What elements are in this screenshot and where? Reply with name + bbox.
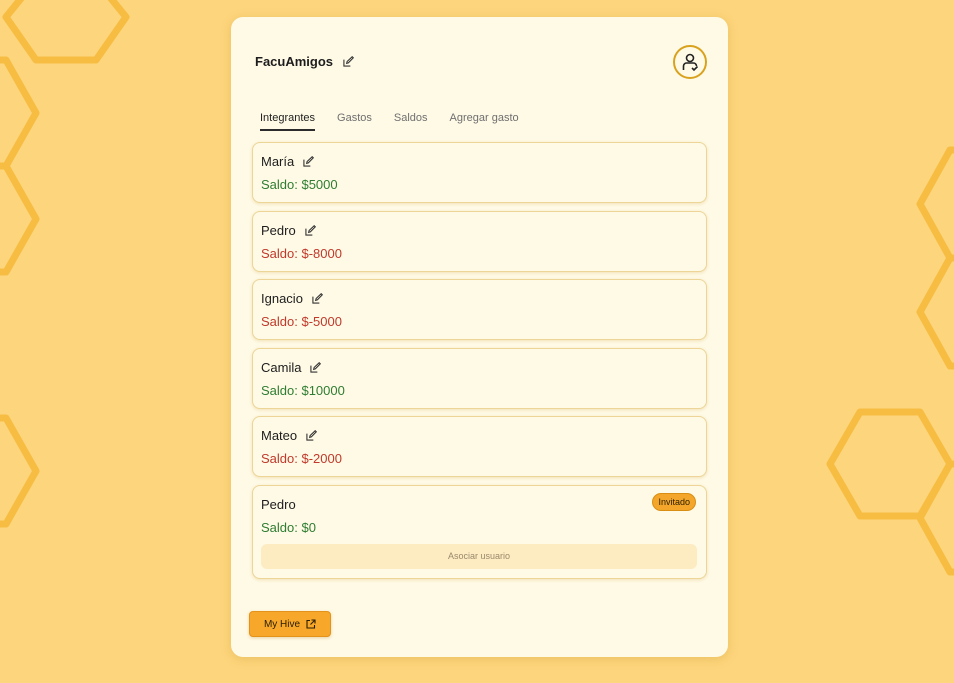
- member-balance: Saldo: $-2000: [261, 451, 342, 466]
- member-balance: Saldo: $0: [261, 519, 316, 535]
- edit-icon[interactable]: [303, 156, 315, 167]
- group-card: FacuAmigos Integrantes Gastos Saldos Agr…: [231, 17, 728, 657]
- edit-icon[interactable]: [312, 293, 323, 304]
- member-name: María: [261, 154, 295, 169]
- member-balance: Saldo: $-8000: [261, 245, 342, 261]
- tab-bar: Integrantes Gastos Saldos Agregar gasto: [260, 112, 519, 131]
- member-balance: Saldo: $-5000: [261, 314, 342, 329]
- member-card: Mateo Saldo: $-2000: [252, 416, 707, 477]
- member-name: Mateo: [261, 428, 298, 443]
- member-name: Pedro: [261, 222, 296, 238]
- group-header: FacuAmigos: [255, 54, 355, 69]
- group-title: FacuAmigos: [255, 54, 334, 69]
- member-card: Pedro Saldo: $-8000: [252, 210, 707, 272]
- edit-icon[interactable]: [343, 56, 355, 67]
- edit-icon[interactable]: [305, 224, 316, 236]
- external-link-icon: [306, 619, 316, 629]
- tab-agregar-gasto[interactable]: Agregar gasto: [450, 112, 519, 131]
- member-balance: Saldo: $10000: [261, 382, 345, 398]
- member-name: Ignacio: [261, 291, 303, 306]
- tab-saldos[interactable]: Saldos: [394, 112, 428, 131]
- tab-gastos[interactable]: Gastos: [337, 112, 372, 131]
- tab-integrantes[interactable]: Integrantes: [260, 112, 316, 131]
- member-balance: Saldo: $5000: [261, 177, 338, 192]
- edit-icon[interactable]: [310, 361, 322, 373]
- guest-badge: Invitado: [652, 492, 696, 511]
- my-hive-label: My Hive: [263, 618, 301, 630]
- edit-icon[interactable]: [306, 430, 318, 441]
- member-name: Camila: [261, 359, 302, 375]
- my-hive-button[interactable]: My Hive: [249, 611, 331, 637]
- member-card: Camila Saldo: $10000: [252, 347, 707, 409]
- member-card: Ignacio Saldo: $-5000: [252, 279, 707, 340]
- member-name: Pedro: [261, 496, 296, 512]
- member-list: María Saldo: $5000 Pedro Saldo: $-8000 I…: [252, 142, 707, 586]
- associate-user-button[interactable]: Asociar usuario: [261, 543, 697, 569]
- user-avatar-button[interactable]: [673, 45, 707, 79]
- guest-member-card: Pedro Invitado Saldo: $0 Asociar usuario: [252, 484, 707, 579]
- member-card: María Saldo: $5000: [252, 142, 707, 203]
- user-check-icon: [682, 53, 699, 72]
